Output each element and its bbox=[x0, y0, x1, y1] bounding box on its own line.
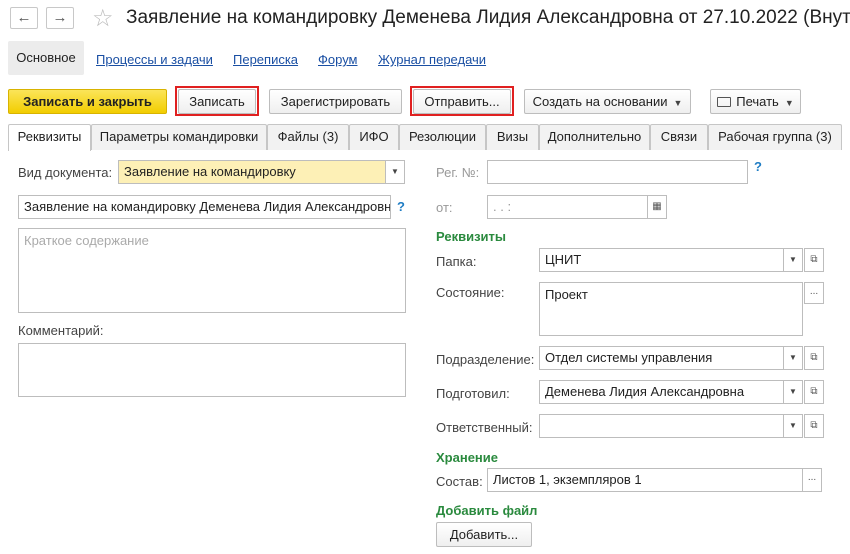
section-add-file: Добавить файл bbox=[436, 503, 538, 518]
topnav-transfer-log[interactable]: Журнал передачи bbox=[378, 52, 486, 67]
department-label: Подразделение: bbox=[436, 352, 535, 367]
prepared-dropdown[interactable]: ▼ bbox=[783, 380, 803, 404]
tab-requisites[interactable]: Реквизиты bbox=[8, 124, 91, 151]
department-field[interactable]: Отдел системы управления bbox=[539, 346, 784, 370]
department-dropdown[interactable]: ▼ bbox=[783, 346, 803, 370]
topnav-forum[interactable]: Форум bbox=[318, 52, 358, 67]
print-label: Печать bbox=[736, 94, 779, 109]
tab-files[interactable]: Файлы (3) bbox=[267, 124, 349, 150]
date-field[interactable]: . . : bbox=[487, 195, 648, 219]
chevron-down-icon: ▼ bbox=[789, 255, 797, 264]
composition-label: Состав: bbox=[436, 474, 483, 489]
back-button[interactable]: ← bbox=[10, 7, 38, 29]
tab-links[interactable]: Связи bbox=[650, 124, 708, 150]
folder-label: Папка: bbox=[436, 254, 477, 269]
prepared-open-icon[interactable]: ⧉ bbox=[804, 380, 824, 404]
ellipsis-icon[interactable]: ... bbox=[804, 282, 824, 304]
chevron-down-icon: ▼ bbox=[391, 167, 399, 176]
chevron-down-icon: ▼ bbox=[789, 421, 797, 430]
tab-trip-params[interactable]: Параметры командировки bbox=[91, 124, 267, 150]
tab-visas[interactable]: Визы bbox=[486, 124, 539, 150]
arrow-left-icon: ← bbox=[16, 9, 32, 26]
reg-no-field[interactable] bbox=[487, 160, 748, 184]
reg-no-label: Рег. №: bbox=[436, 165, 480, 180]
topnav-main[interactable]: Основное bbox=[8, 41, 84, 75]
prepared-label: Подготовил: bbox=[436, 386, 510, 401]
doc-type-label: Вид документа: bbox=[18, 165, 113, 180]
chevron-down-icon: ▼ bbox=[784, 98, 794, 108]
folder-open-icon[interactable]: ⧉ bbox=[804, 248, 824, 272]
comment-field[interactable] bbox=[18, 343, 406, 397]
forward-button[interactable]: → bbox=[46, 7, 74, 29]
topnav-processes[interactable]: Процессы и задачи bbox=[96, 52, 213, 67]
create-basis-button[interactable]: Создать на основании ▼ bbox=[524, 89, 691, 114]
department-open-icon[interactable]: ⧉ bbox=[804, 346, 824, 370]
tab-additional[interactable]: Дополнительно bbox=[539, 124, 650, 150]
comment-label: Комментарий: bbox=[18, 323, 104, 338]
send-button[interactable]: Отправить... bbox=[413, 89, 511, 114]
ellipsis-icon[interactable]: ... bbox=[802, 468, 822, 492]
register-button[interactable]: Зарегистрировать bbox=[269, 89, 402, 114]
folder-dropdown[interactable]: ▼ bbox=[783, 248, 803, 272]
summary-placeholder: Краткое содержание bbox=[24, 233, 149, 248]
doc-type-dropdown[interactable]: ▼ bbox=[385, 160, 405, 184]
folder-field[interactable]: ЦНИТ bbox=[539, 248, 784, 272]
responsible-open-icon[interactable]: ⧉ bbox=[804, 414, 824, 438]
state-label: Состояние: bbox=[436, 285, 505, 300]
subject-field[interactable]: Заявление на командировку Деменева Лидия… bbox=[18, 195, 391, 219]
printer-icon bbox=[717, 97, 732, 107]
prepared-field[interactable]: Деменева Лидия Александровна bbox=[539, 380, 784, 404]
save-close-button[interactable]: Записать и закрыть bbox=[8, 89, 167, 114]
help-icon[interactable]: ? bbox=[397, 199, 405, 214]
tab-ifo[interactable]: ИФО bbox=[349, 124, 399, 150]
responsible-dropdown[interactable]: ▼ bbox=[783, 414, 803, 438]
responsible-label: Ответственный: bbox=[436, 420, 533, 435]
date-label: от: bbox=[436, 200, 453, 215]
window-title: Заявление на командировку Деменева Лидия… bbox=[126, 7, 850, 28]
topnav-correspondence[interactable]: Переписка bbox=[233, 52, 298, 67]
tab-workgroup[interactable]: Рабочая группа (3) bbox=[708, 124, 842, 150]
arrow-right-icon: → bbox=[52, 9, 68, 26]
help-icon[interactable]: ? bbox=[754, 159, 762, 174]
section-requisites: Реквизиты bbox=[436, 229, 506, 244]
calendar-icon[interactable]: ▦ bbox=[647, 195, 667, 219]
add-file-button[interactable]: Добавить... bbox=[436, 522, 532, 547]
tab-resolutions[interactable]: Резолюции bbox=[399, 124, 486, 150]
summary-field[interactable]: Краткое содержание bbox=[18, 228, 406, 313]
responsible-field[interactable] bbox=[539, 414, 784, 438]
print-button[interactable]: Печать ▼ bbox=[710, 89, 801, 114]
save-button[interactable]: Записать bbox=[178, 89, 256, 114]
state-field[interactable]: Проект bbox=[539, 282, 803, 336]
chevron-down-icon: ▼ bbox=[673, 98, 683, 108]
doc-type-field[interactable]: Заявление на командировку bbox=[118, 160, 386, 184]
composition-field[interactable]: Листов 1, экземпляров 1 bbox=[487, 468, 803, 492]
section-storage: Хранение bbox=[436, 450, 498, 465]
chevron-down-icon: ▼ bbox=[789, 353, 797, 362]
create-basis-label: Создать на основании bbox=[532, 94, 668, 109]
chevron-down-icon: ▼ bbox=[789, 387, 797, 396]
star-icon[interactable]: ☆ bbox=[92, 4, 114, 33]
